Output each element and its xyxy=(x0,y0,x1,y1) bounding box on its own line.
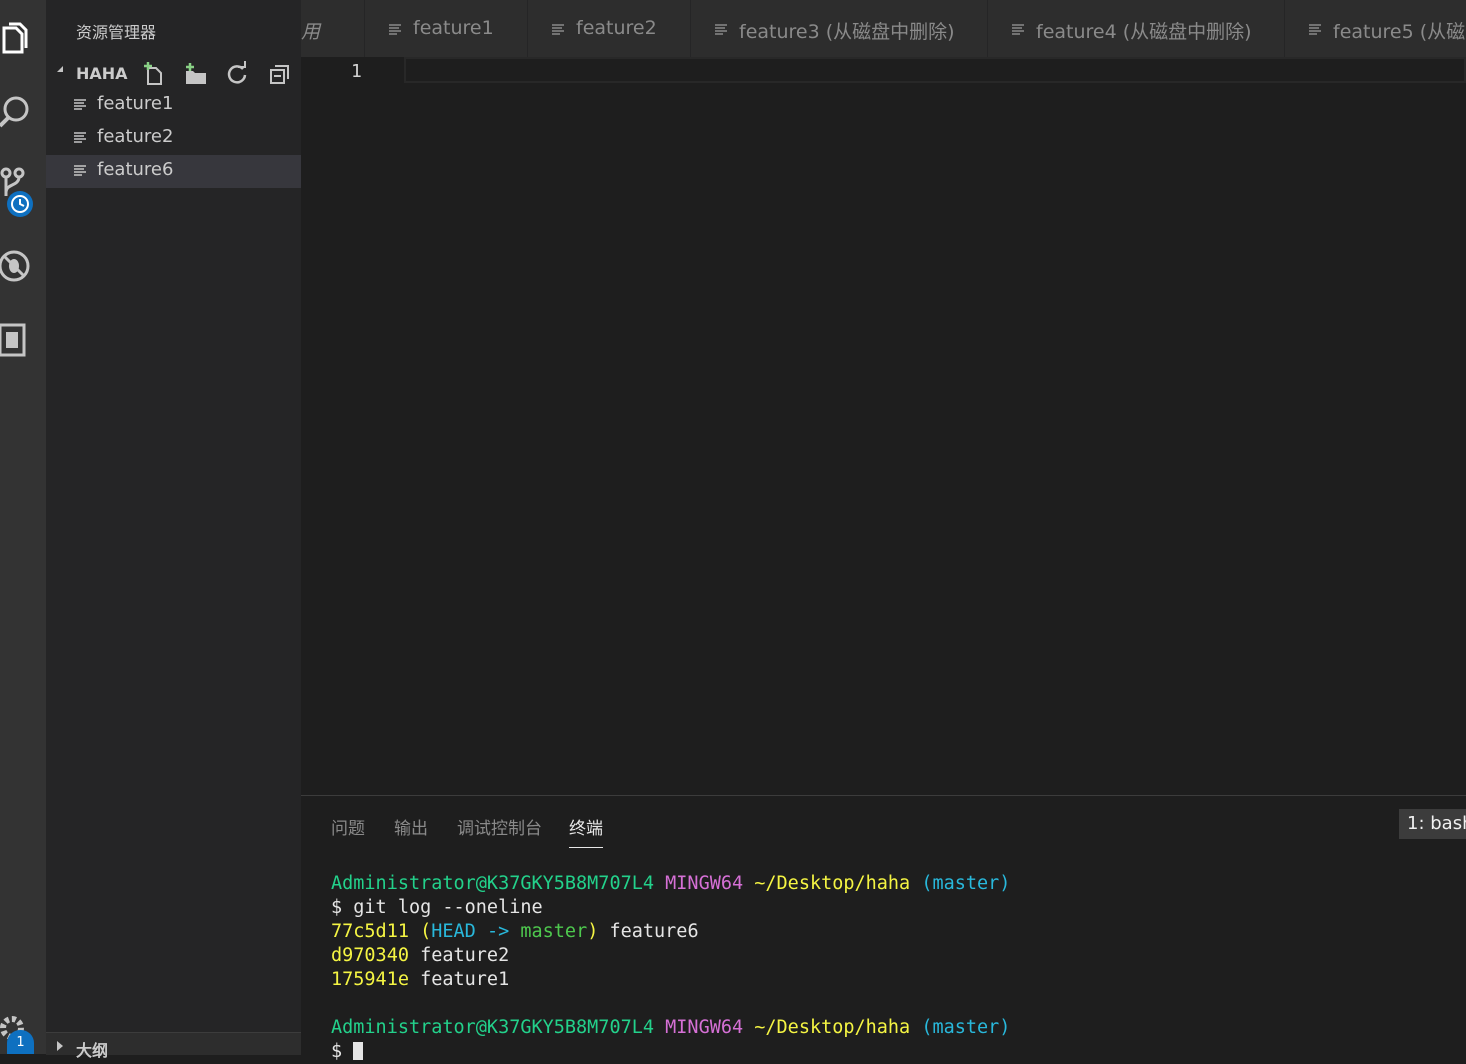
folder-name: HAHA xyxy=(76,64,128,83)
line-number: 1 xyxy=(351,61,362,82)
prompt-symbol: $ xyxy=(331,1041,343,1062)
tab-label: feature4 (从磁盘中删除) xyxy=(1036,21,1252,43)
new-file-icon[interactable] xyxy=(141,61,167,87)
tab-feature3[interactable]: feature3 (从磁盘中删除) xyxy=(691,0,988,57)
tab-label: feature2 xyxy=(576,17,657,39)
text-file-icon xyxy=(389,24,401,35)
text-file-icon xyxy=(74,165,86,176)
prompt-symbol: $ xyxy=(331,897,343,918)
tree-item-feature1[interactable]: feature1 xyxy=(46,89,301,122)
debug-icon[interactable] xyxy=(0,246,40,286)
prompt-env: MINGW64 xyxy=(665,873,744,894)
tab-label: feature5 (从磁盘 xyxy=(1333,21,1466,43)
paren-close: ) xyxy=(587,921,599,942)
tree-item-feature6[interactable]: feature6 xyxy=(46,155,301,188)
editor-tab-bar: 用 feature1 feature2 feature3 (从磁盘中删除) fe… xyxy=(301,0,1466,57)
tab-label: feature3 (从磁盘中删除) xyxy=(739,21,955,43)
commit-message: feature2 xyxy=(420,945,510,966)
commit-message: feature6 xyxy=(609,921,699,942)
text-file-icon xyxy=(74,132,86,143)
paren-open: ( xyxy=(420,921,432,942)
panel-tab-terminal[interactable]: 终端 xyxy=(569,814,603,848)
text-file-icon xyxy=(1012,24,1024,35)
commit-hash: 77c5d11 xyxy=(331,921,409,942)
ref-arrow: -> xyxy=(486,921,510,942)
extensions-icon[interactable] xyxy=(0,321,40,361)
tab-label: 用 xyxy=(301,21,321,43)
text-file-icon xyxy=(74,99,86,110)
commit-hash: d970340 xyxy=(331,945,409,966)
text-file-icon xyxy=(552,24,564,35)
editor-area[interactable]: 1 xyxy=(301,57,1466,795)
refresh-icon[interactable] xyxy=(224,61,250,87)
files-icon[interactable] xyxy=(0,22,40,62)
head-ref: HEAD xyxy=(431,921,476,942)
prompt-path: ~/Desktop/haha xyxy=(754,1017,911,1038)
commit-message: feature1 xyxy=(420,969,510,990)
prompt-env: MINGW64 xyxy=(665,1017,744,1038)
activity-bar: 1 xyxy=(0,0,46,1054)
panel-tab-problems[interactable]: 问题 xyxy=(331,814,365,839)
tab-feature5[interactable]: feature5 (从磁盘 xyxy=(1285,0,1466,57)
settings-update-badge: 1 xyxy=(7,1030,34,1054)
prompt-path: ~/Desktop/haha xyxy=(754,873,911,894)
terminal-cursor xyxy=(353,1042,364,1060)
text-file-icon xyxy=(1309,24,1321,35)
command-text: git log --oneline xyxy=(353,897,543,918)
prompt-user-host: Administrator@K37GKY5B8M707L4 xyxy=(331,1017,655,1038)
clock-badge-icon xyxy=(7,191,33,217)
folder-section-header[interactable]: HAHA xyxy=(46,57,301,89)
tab-feature1[interactable]: feature1 xyxy=(365,0,528,57)
outline-section-header[interactable]: 大纲 xyxy=(46,1032,301,1060)
collapse-all-icon[interactable] xyxy=(267,61,293,87)
panel-tab-output[interactable]: 输出 xyxy=(394,814,428,839)
branch-ref: master xyxy=(520,921,588,942)
tree-item-label: feature2 xyxy=(97,126,174,147)
current-line-highlight xyxy=(404,57,1466,83)
tab-label: feature1 xyxy=(413,17,494,39)
explorer-title: 资源管理器 xyxy=(76,23,157,42)
collapse-chevron-icon[interactable] xyxy=(57,66,63,72)
prompt-user-host: Administrator@K37GKY5B8M707L4 xyxy=(331,873,655,894)
commit-hash: 175941e xyxy=(331,969,409,990)
panel-tab-debug-console[interactable]: 调试控制台 xyxy=(457,814,542,839)
tree-item-label: feature1 xyxy=(97,93,174,114)
bottom-panel: 问题 输出 调试控制台 终端 1: bash Administrator@K37… xyxy=(301,795,1466,1062)
terminal-output[interactable]: Administrator@K37GKY5B8M707L4 MINGW64 ~/… xyxy=(331,872,1010,1064)
tab-feature4[interactable]: feature4 (从磁盘中删除) xyxy=(988,0,1285,57)
tree-item-feature2[interactable]: feature2 xyxy=(46,122,301,155)
tab-partial[interactable]: 用 xyxy=(301,0,365,57)
tab-feature2[interactable]: feature2 xyxy=(528,0,691,57)
tree-item-label: feature6 xyxy=(97,159,174,180)
new-folder-icon[interactable] xyxy=(183,61,209,87)
terminal-selector[interactable]: 1: bash xyxy=(1399,809,1466,839)
outline-label: 大纲 xyxy=(76,1041,109,1060)
prompt-branch: (master) xyxy=(921,1017,1011,1038)
prompt-branch: (master) xyxy=(921,873,1011,894)
text-file-icon xyxy=(715,24,727,35)
explorer-sidebar: 资源管理器 HAHA feature1 feature2 feature6 大纲 xyxy=(46,0,301,1060)
search-icon[interactable] xyxy=(0,93,40,133)
expand-chevron-icon[interactable] xyxy=(57,1041,63,1051)
